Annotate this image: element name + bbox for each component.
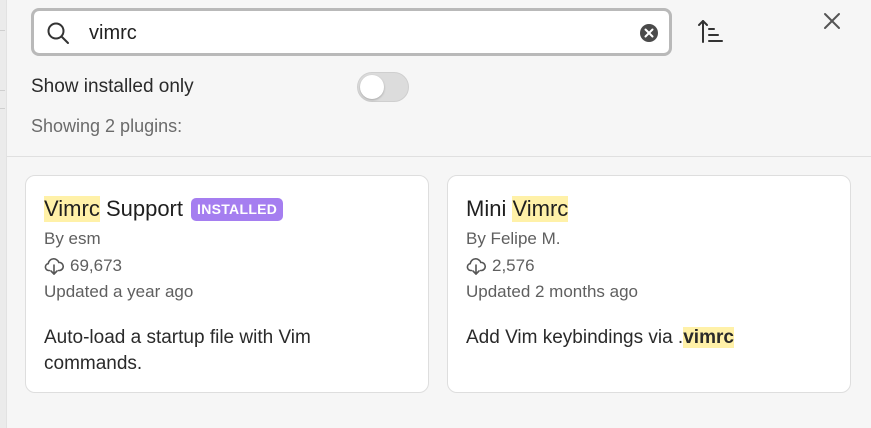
divider: [7, 156, 871, 157]
plugin-downloads: 2,576: [466, 256, 535, 276]
plugin-updated: Updated 2 months ago: [466, 282, 639, 301]
plugin-description: Auto-load a startup file with Vim comman…: [44, 327, 311, 374]
plugin-title: Vimrc Support INSTALLED: [44, 196, 284, 222]
description-prefix: Add Vim keybindings via .: [466, 327, 684, 348]
plugin-author: By Felipe M.: [466, 229, 561, 248]
search-input[interactable]: [89, 21, 629, 45]
plugin-downloads: 69,673: [44, 256, 122, 276]
download-count: 2,576: [492, 256, 535, 275]
title-highlight: Vimrc: [44, 196, 100, 222]
results-count: Showing 2 plugins:: [31, 116, 183, 136]
community-plugins-modal: Show installed only Showing 2 plugins: V…: [6, 0, 871, 428]
close-icon[interactable]: [819, 8, 845, 34]
plugin-card-mini-vimrc[interactable]: Mini Vimrc By Felipe M. 2,576 Updated 2 …: [447, 175, 851, 393]
background-edge-mark: [0, 90, 5, 91]
installed-badge: INSTALLED: [191, 197, 284, 221]
title-rest: Support: [99, 196, 183, 221]
description-highlight: vimrc: [683, 327, 734, 348]
toggle-knob: [360, 75, 384, 99]
download-icon: [44, 258, 64, 275]
title-prefix: Mini: [466, 196, 513, 221]
clear-search-icon[interactable]: [639, 23, 659, 43]
show-installed-label: Show installed only: [31, 76, 194, 97]
search-icon: [47, 22, 69, 44]
plugin-author: By esm: [44, 229, 101, 248]
show-installed-toggle[interactable]: [357, 72, 409, 102]
search-field[interactable]: [31, 8, 672, 56]
download-count: 69,673: [70, 256, 122, 275]
download-icon: [466, 258, 486, 275]
plugin-card-vimrc-support[interactable]: Vimrc Support INSTALLED By esm 69,673 Up…: [25, 175, 429, 393]
plugin-title: Mini Vimrc: [466, 196, 569, 222]
plugin-description: Add Vim keybindings via .vimrc: [466, 325, 786, 351]
background-edge-mark: [0, 108, 5, 109]
background-edge-mark: [0, 30, 5, 31]
sort-icon[interactable]: [697, 18, 725, 46]
title-highlight: Vimrc: [512, 196, 569, 222]
plugin-updated: Updated a year ago: [44, 282, 194, 301]
